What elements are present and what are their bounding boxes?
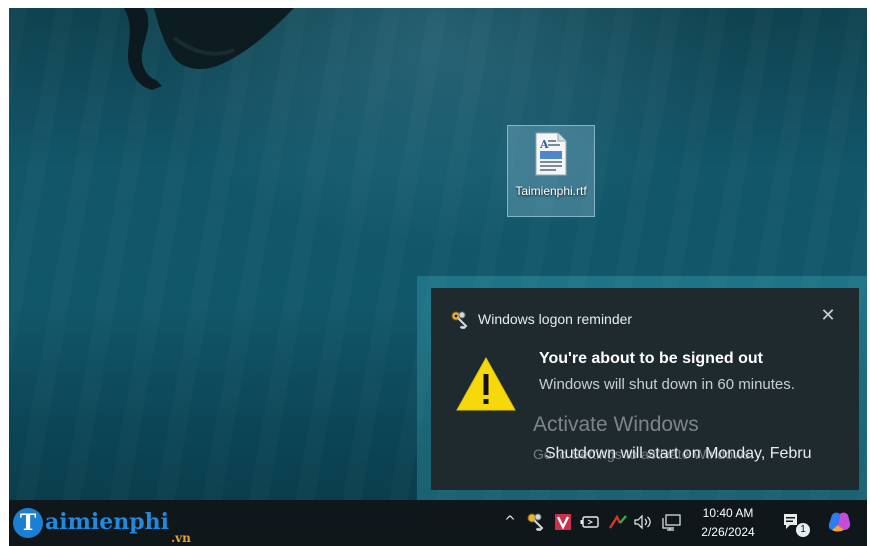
- keys-icon[interactable]: [525, 511, 547, 533]
- system-clock[interactable]: 10:40 AM 2/26/2024: [693, 504, 763, 542]
- clock-time: 10:40 AM: [702, 506, 754, 520]
- speaker-icon[interactable]: [632, 511, 654, 533]
- v-app-icon[interactable]: [552, 511, 574, 533]
- battery-icon[interactable]: [579, 511, 601, 533]
- brand-logo: T: [13, 508, 43, 538]
- toast-body: Windows will shut down in 60 minutes.: [539, 376, 795, 393]
- notification-center-icon[interactable]: 1: [781, 511, 811, 537]
- toast-notification[interactable]: Windows logon reminder ✕ You're about to…: [431, 288, 859, 490]
- wallpaper-swimmer: [124, 8, 294, 90]
- keys-icon: [451, 311, 468, 329]
- toast-footer: Shutdown will start on Monday, Febru: [545, 445, 812, 462]
- file-rtf-icon: A: [535, 132, 567, 176]
- toast-title: You're about to be signed out: [539, 350, 763, 367]
- brand-tld: .vn: [171, 531, 191, 545]
- desktop: A Taimienphi.rtf Windows logon reminder …: [9, 8, 867, 546]
- desktop-file-icon[interactable]: A Taimienphi.rtf: [507, 125, 595, 217]
- activation-watermark-title: Activate Windows: [533, 413, 699, 436]
- desktop-file-label: Taimienphi.rtf: [515, 184, 587, 198]
- toast-app-name: Windows logon reminder: [478, 311, 633, 327]
- brand-name: aimienphi: [45, 509, 169, 535]
- notification-count-badge: 1: [796, 523, 810, 537]
- close-icon[interactable]: ✕: [819, 306, 837, 324]
- display-icon[interactable]: [661, 511, 683, 533]
- copilot-icon[interactable]: [827, 511, 853, 533]
- chevron-up-icon[interactable]: ^: [499, 511, 521, 533]
- brand-watermark: T aimienphi .vn: [11, 505, 211, 545]
- warning-icon: [456, 356, 516, 411]
- clock-date: 2/26/2024: [701, 525, 755, 539]
- taskbar: T aimienphi .vn ^ 10:40 AM 2/26/2024 1: [9, 500, 867, 546]
- svg-text:A: A: [539, 138, 549, 151]
- network-activity-icon[interactable]: [607, 511, 629, 533]
